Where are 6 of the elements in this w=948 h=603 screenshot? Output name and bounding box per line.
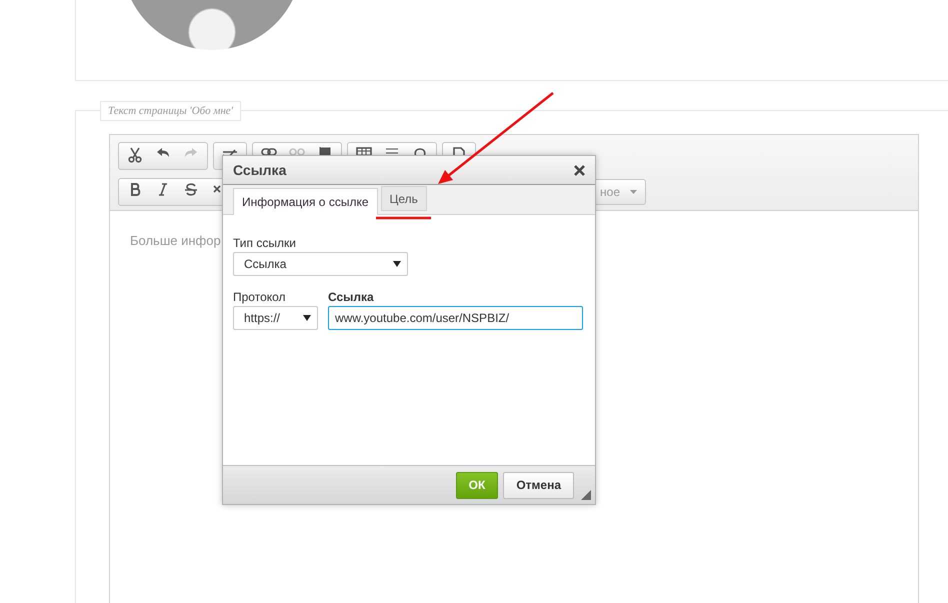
editor-text: Больше инфор: [130, 233, 221, 248]
dialog-title: Ссылка: [233, 162, 286, 178]
section-legend: Текст страницы 'Обо мне': [100, 101, 242, 121]
field-label: Протокол: [233, 290, 287, 304]
field-label: Тип ссылки: [233, 236, 297, 250]
field-label: Ссылка: [328, 290, 375, 304]
